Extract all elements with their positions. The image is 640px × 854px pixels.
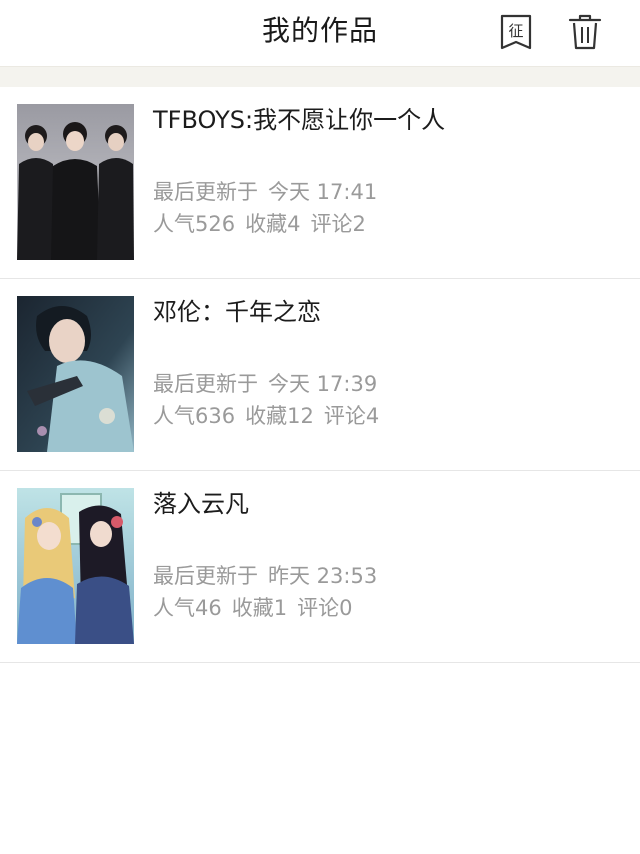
favorites-count: 收藏1 [231, 596, 288, 620]
work-item[interactable]: TFBOYS:我不愿让你一个人 最后更新于 今天 17:41 人气526 收藏4 评论… [0, 87, 640, 279]
views-count: 人气526 [153, 212, 236, 236]
updated-label: 最后更新于 [153, 564, 258, 588]
updated-time: 昨天 23:53 [268, 564, 378, 588]
works-list: TFBOYS:我不愿让你一个人 最后更新于 今天 17:41 人气526 收藏4 评论… [0, 87, 640, 663]
work-updated: 最后更新于 今天 17:41 [153, 178, 387, 206]
svg-text:征: 征 [508, 22, 523, 40]
comments-count: 评论2 [310, 212, 366, 236]
work-stats: 人气636 收藏12 评论4 [153, 402, 389, 430]
work-stats: 人气46 收藏1 评论0 [153, 594, 362, 622]
contest-icon[interactable]: 征 [499, 14, 533, 50]
comments-count: 评论4 [323, 404, 380, 428]
work-updated: 最后更新于 今天 17:39 [153, 370, 387, 398]
comments-count: 评论0 [297, 596, 353, 620]
work-item[interactable]: 邓伦：千年之恋 最后更新于 今天 17:39 人气636 收藏12 评论4 [0, 279, 640, 471]
work-cover-image [17, 296, 134, 452]
updated-time: 今天 17:39 [268, 372, 378, 396]
page-title: 我的作品 [261, 14, 378, 47]
updated-label: 最后更新于 [153, 372, 258, 396]
work-cover-image [17, 104, 134, 260]
work-item[interactable]: 落入云凡 最后更新于 昨天 23:53 人气46 收藏1 评论0 [0, 471, 640, 663]
updated-time: 今天 17:41 [268, 180, 378, 204]
updated-label: 最后更新于 [153, 180, 258, 204]
views-count: 人气636 [153, 404, 236, 428]
work-cover-image [17, 488, 134, 644]
favorites-count: 收藏12 [245, 404, 314, 428]
trash-icon[interactable] [568, 14, 602, 50]
views-count: 人气46 [153, 596, 222, 620]
work-title: 邓伦：千年之恋 [153, 298, 321, 326]
work-stats: 人气526 收藏4 评论2 [153, 210, 376, 238]
work-title: 落入云凡 [153, 490, 249, 518]
nav-bar: 我的作品 征 [0, 0, 640, 66]
favorites-count: 收藏4 [245, 212, 301, 236]
section-divider [0, 66, 640, 87]
work-title: TFBOYS:我不愿让你一个人 [153, 106, 446, 134]
work-updated: 最后更新于 昨天 23:53 [153, 562, 387, 590]
